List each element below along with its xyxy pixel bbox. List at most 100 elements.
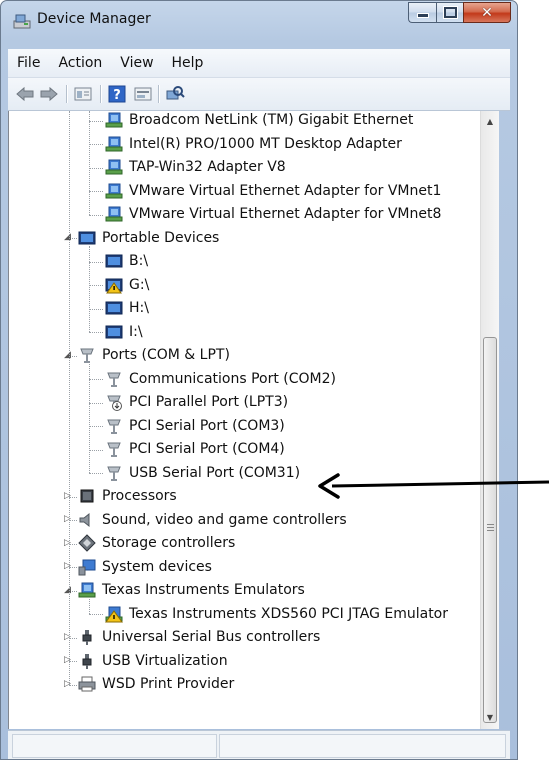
show-hidden-button[interactable] xyxy=(132,84,154,104)
tree-item-label: PCI Serial Port (COM4) xyxy=(129,441,285,458)
tree-item-label: B:\ xyxy=(129,253,149,270)
tree-connector xyxy=(89,402,103,404)
network-adapter-icon xyxy=(105,159,123,175)
tree-connector xyxy=(89,379,103,380)
show-hidden-icon xyxy=(134,87,152,101)
tree-device-item[interactable]: VMware Virtual Ethernet Adapter for VMne… xyxy=(105,179,441,203)
back-icon xyxy=(16,86,34,102)
tree-item-label: Broadcom NetLink (TM) Gigabit Ethernet xyxy=(129,112,414,129)
tree-device-item[interactable]: Communications Port (COM2) xyxy=(105,367,336,391)
back-button[interactable] xyxy=(14,84,36,104)
tree-connector xyxy=(89,191,103,192)
usb-icon xyxy=(82,630,92,646)
tree-category[interactable]: ▷ WSD Print Provider xyxy=(64,673,235,697)
tree-item-label: VMware Virtual Ethernet Adapter for VMne… xyxy=(129,206,442,223)
tree-connector xyxy=(89,246,90,332)
tree-device-item[interactable]: G:\ xyxy=(105,273,149,297)
tree-category[interactable]: ▷ Universal Serial Bus controllers xyxy=(64,626,320,650)
tree-device-item[interactable]: I:\ xyxy=(105,320,143,344)
forward-button[interactable] xyxy=(38,84,60,104)
tree-item-label: I:\ xyxy=(129,323,143,340)
port-icon xyxy=(107,466,121,481)
tree-connector xyxy=(89,120,103,122)
menu-action[interactable]: Action xyxy=(49,55,111,71)
tree-connector xyxy=(89,261,103,263)
tree-device-item[interactable]: PCI Parallel Port (LPT3) xyxy=(105,391,288,415)
maximize-button[interactable] xyxy=(436,2,463,23)
printer-icon xyxy=(78,676,96,692)
tree-category[interactable]: ▷ Processors xyxy=(64,485,177,509)
tree-category[interactable]: ▷ USB Virtualization xyxy=(64,649,228,673)
tree-connector xyxy=(89,167,103,169)
properties-button[interactable] xyxy=(72,84,94,104)
tree-category[interactable]: ◢ Ports (COM & LPT) xyxy=(64,344,230,368)
status-cell xyxy=(12,734,217,758)
scan-hardware-icon xyxy=(166,86,185,100)
tree-category[interactable]: ▷ Storage controllers xyxy=(64,532,235,556)
tree-device-item[interactable]: Broadcom NetLink (TM) Gigabit Ethernet xyxy=(105,111,413,132)
tree-device-item[interactable]: Texas Instruments XDS560 PCI JTAG Emulat… xyxy=(105,602,448,626)
tree-item-label: VMware Virtual Ethernet Adapter for VMne… xyxy=(129,182,442,199)
tree-item-label: Communications Port (COM2) xyxy=(129,370,336,387)
portable-devices-icon xyxy=(78,231,96,245)
tree-item-label: Intel(R) PRO/1000 MT Desktop Adapter xyxy=(129,135,402,152)
annotation-arrow xyxy=(318,473,550,499)
tree-connector xyxy=(89,144,103,145)
toolbar-separator xyxy=(100,85,102,103)
tree-connector xyxy=(89,214,103,216)
minimize-button[interactable] xyxy=(408,2,436,23)
help-icon: ? xyxy=(108,85,126,103)
scrollbar-thumb[interactable] xyxy=(483,337,497,723)
tree-connector xyxy=(89,332,103,333)
tree-connector xyxy=(89,308,103,310)
tree-category[interactable]: ◢ Texas Instruments Emulators xyxy=(64,579,305,603)
system-devices-icon xyxy=(78,559,96,576)
tree-item-label: Texas Instruments XDS560 PCI JTAG Emulat… xyxy=(129,605,449,622)
scroll-up-arrow-icon[interactable]: ▲ xyxy=(481,113,499,130)
tree-item-label: H:\ xyxy=(129,300,149,317)
toolbar-separator xyxy=(158,85,160,103)
maximize-icon xyxy=(443,7,457,18)
tree-item-label: System devices xyxy=(102,558,212,575)
tree-device-item[interactable]: H:\ xyxy=(105,297,149,321)
device-manager-icon xyxy=(13,14,31,29)
port-icon xyxy=(80,348,94,364)
tree-item-label: Sound, video and game controllers xyxy=(102,511,347,528)
vertical-scrollbar[interactable]: ▲ ▼ xyxy=(480,111,499,729)
title-bar[interactable]: Device Manager ✕ xyxy=(1,1,517,37)
menu-help[interactable]: Help xyxy=(163,55,213,71)
tree-category[interactable]: ▷ Sound, video and game controllers xyxy=(64,508,347,532)
tree-item-label: PCI Serial Port (COM3) xyxy=(129,417,285,434)
menu-file[interactable]: File xyxy=(8,55,49,71)
help-button[interactable]: ? xyxy=(106,84,128,104)
toolbar: ? xyxy=(8,78,510,111)
storage-icon xyxy=(78,534,96,552)
tree-item-label: WSD Print Provider xyxy=(102,676,235,693)
tree-device-item[interactable]: B:\ xyxy=(105,250,148,274)
tree-item-label: Portable Devices xyxy=(102,229,220,246)
portable-device-warning-icon xyxy=(105,278,123,294)
svg-text:?: ? xyxy=(113,88,121,103)
close-icon: ✕ xyxy=(481,4,493,21)
close-button[interactable]: ✕ xyxy=(463,2,511,23)
tree-item-label: Ports (COM & LPT) xyxy=(102,347,230,364)
tree-device-item[interactable]: PCI Serial Port (COM3) xyxy=(105,414,285,438)
scan-hardware-button[interactable] xyxy=(164,84,186,104)
tree-category[interactable]: ▷ System devices xyxy=(64,555,212,579)
tree-device-item[interactable]: USB Serial Port (COM31) xyxy=(105,461,300,485)
tree-device-item[interactable]: PCI Serial Port (COM4) xyxy=(105,438,285,462)
usb-icon xyxy=(82,653,92,669)
port-icon xyxy=(107,419,121,434)
tree-device-item[interactable]: TAP-Win32 Adapter V8 xyxy=(105,156,286,180)
tree-device-item[interactable]: Intel(R) PRO/1000 MT Desktop Adapter xyxy=(105,132,402,156)
device-tree[interactable]: Broadcom NetLink (TM) Gigabit Ethernet In… xyxy=(8,111,481,729)
tree-item-label: Processors xyxy=(102,488,177,505)
tree-item-label: TAP-Win32 Adapter V8 xyxy=(129,159,286,176)
tree-category[interactable]: ◢ Portable Devices xyxy=(64,226,220,250)
minimize-icon xyxy=(416,13,429,18)
tree-device-item[interactable]: VMware Virtual Ethernet Adapter for VMne… xyxy=(105,203,441,227)
tree-item-label: USB Virtualization xyxy=(102,652,228,669)
network-adapter-icon xyxy=(105,206,123,222)
scroll-down-arrow-icon[interactable]: ▼ xyxy=(481,709,499,726)
menu-view[interactable]: View xyxy=(111,55,162,71)
